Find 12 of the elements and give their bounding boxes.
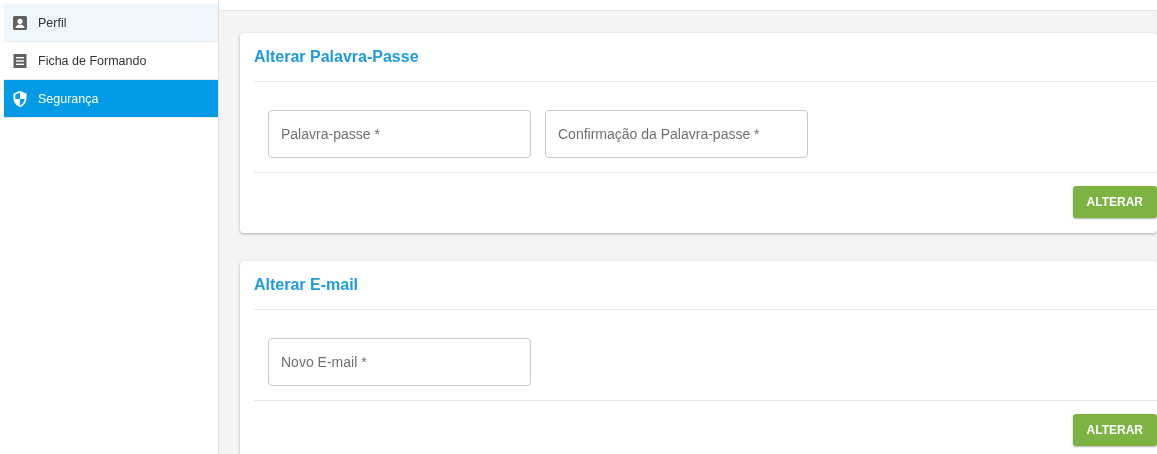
shield-icon — [12, 89, 28, 108]
document-icon — [12, 51, 28, 70]
person-icon — [12, 13, 28, 32]
alter-button[interactable]: ALTERAR — [1072, 186, 1157, 218]
sidebar-item[interactable]: Segurança — [4, 80, 218, 118]
input-field[interactable]: Palavra-passe * — [268, 110, 531, 158]
input-field[interactable]: Confirmação da Palavra-passe * — [545, 110, 808, 158]
sidebar-item[interactable]: Perfil — [4, 4, 218, 42]
alter-button[interactable]: ALTERAR — [1072, 414, 1157, 446]
input-field[interactable]: Novo E-mail * — [268, 338, 531, 386]
card-title: Alterar Palavra-Passe — [254, 47, 420, 67]
card-title: Alterar E-mail — [254, 275, 360, 295]
